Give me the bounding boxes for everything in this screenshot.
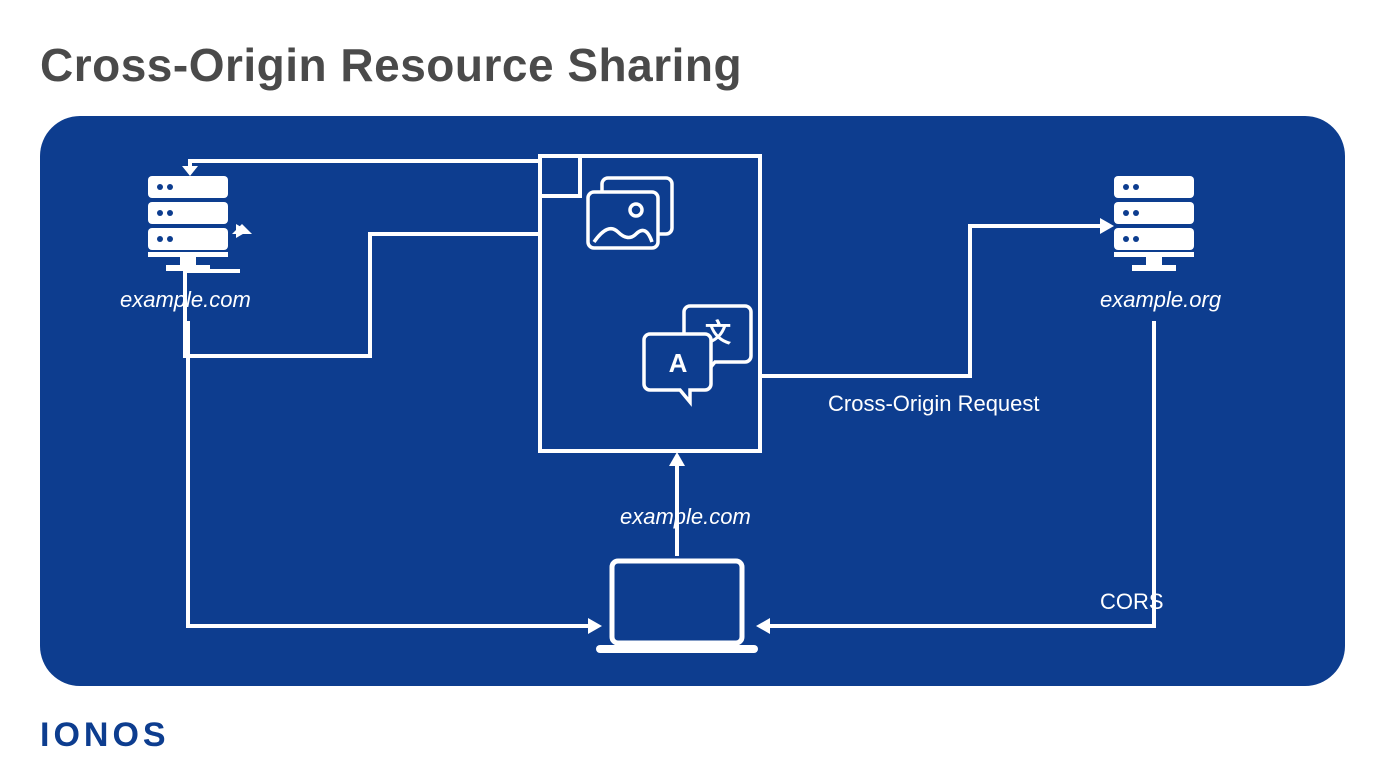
translate-icon: 文 A <box>644 306 751 402</box>
brand-logo: IONOS <box>40 716 170 755</box>
center-domain-label: example.com <box>620 504 751 530</box>
diagram-panel: example.com example.org Cross-Origin Req… <box>40 116 1345 686</box>
translate-glyph-cjk: 文 <box>705 318 732 348</box>
server-left-label: example.com <box>120 287 251 313</box>
images-icon <box>588 178 672 248</box>
laptop-icon <box>600 561 754 649</box>
translate-glyph-a: A <box>669 348 688 378</box>
cors-label: CORS <box>1100 589 1164 615</box>
diagram-title: Cross-Origin Resource Sharing <box>40 38 742 92</box>
server-right-label: example.org <box>1100 287 1221 313</box>
server-icon <box>1114 176 1194 271</box>
document-icon <box>540 156 760 451</box>
server-icon <box>148 176 228 271</box>
cross-origin-request-label: Cross-Origin Request <box>828 391 1040 417</box>
